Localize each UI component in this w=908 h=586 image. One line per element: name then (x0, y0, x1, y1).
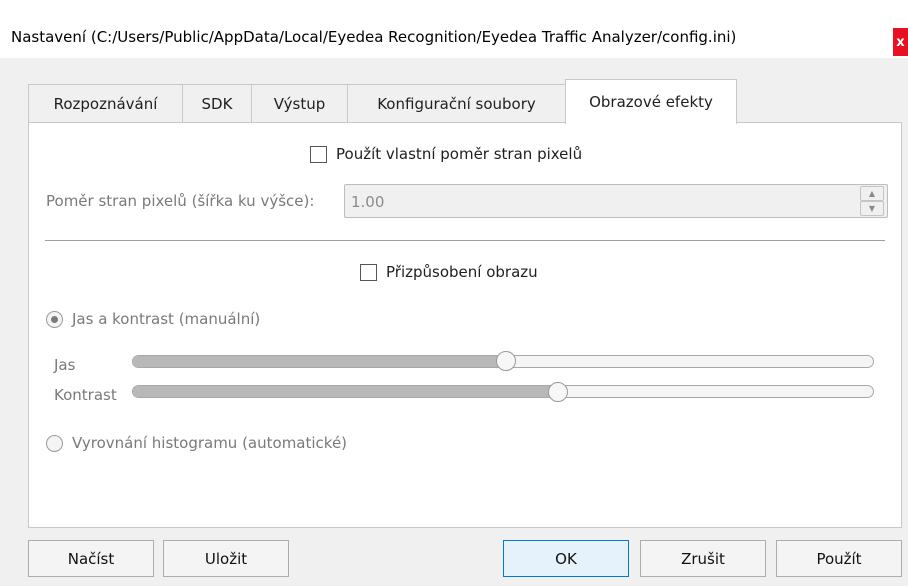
chevron-down-icon: ▼ (868, 204, 876, 213)
apply-button-label: Použít (816, 549, 862, 568)
custom-aspect-row[interactable]: Použít vlastní poměr stran pixelů (310, 145, 582, 163)
brightness-label: Jas (54, 356, 76, 374)
tab-label: Výstup (273, 94, 326, 113)
aspect-ratio-spinbox[interactable]: 1.00 (344, 184, 888, 218)
aspect-ratio-value: 1.00 (351, 193, 385, 211)
title-bar: Nastavení (C:/Users/Public/AppData/Local… (0, 0, 908, 58)
manual-radio-row[interactable]: Jas a kontrast (manuální) (46, 310, 260, 328)
contrast-label: Kontrast (54, 386, 117, 404)
cancel-button-label: Zrušit (681, 549, 725, 568)
brightness-fill (133, 356, 503, 367)
custom-aspect-label: Použít vlastní poměr stran pixelů (336, 145, 583, 163)
contrast-handle[interactable] (548, 382, 568, 402)
apply-button[interactable]: Použít (776, 540, 902, 577)
custom-aspect-checkbox[interactable] (310, 145, 327, 163)
tab-label: Obrazové efekty (589, 93, 713, 111)
histogram-radio-row[interactable]: Vyrovnání histogramu (automatické) (46, 434, 347, 452)
save-button-label: Uložit (204, 549, 248, 568)
load-button[interactable]: Načíst (28, 540, 154, 577)
histogram-radio[interactable] (46, 434, 63, 452)
spin-up-button[interactable]: ▲ (860, 186, 884, 201)
settings-dialog: Nastavení (C:/Users/Public/AppData/Local… (0, 0, 908, 586)
manual-radio-label: Jas a kontrast (manuální) (72, 310, 261, 328)
tab-obrazove-efekty[interactable]: Obrazové efekty (565, 79, 737, 124)
chevron-up-icon: ▲ (868, 189, 876, 198)
tab-konfiguracni-soubory[interactable]: Konfigurační soubory (347, 84, 566, 122)
brightness-handle[interactable] (496, 351, 516, 371)
tab-rozpoznavani[interactable]: Rozpoznávání (28, 84, 183, 122)
image-adjust-label: Přizpůsobení obrazu (386, 263, 538, 281)
load-button-label: Načíst (67, 549, 115, 568)
window-title: Nastavení (C:/Users/Public/AppData/Local… (11, 28, 737, 46)
close-icon: x (896, 34, 905, 50)
ok-button[interactable]: OK (503, 540, 629, 577)
histogram-radio-label: Vyrovnání histogramu (automatické) (72, 434, 348, 452)
aspect-ratio-label: Poměr stran pixelů (šířka ku výšce): (46, 192, 315, 210)
tab-label: SDK (201, 94, 233, 113)
ok-button-label: OK (555, 549, 577, 568)
manual-radio[interactable] (46, 310, 63, 328)
contrast-fill (133, 386, 563, 397)
tab-vystup[interactable]: Výstup (251, 84, 348, 122)
spin-down-button[interactable]: ▼ (860, 201, 884, 216)
contrast-slider[interactable] (132, 385, 874, 398)
image-adjust-row[interactable]: Přizpůsobení obrazu (360, 263, 538, 281)
image-adjust-checkbox[interactable] (360, 263, 377, 281)
tab-label: Rozpoznávání (53, 94, 158, 113)
close-button[interactable]: x (893, 28, 908, 56)
save-button[interactable]: Uložit (163, 540, 289, 577)
tab-sdk[interactable]: SDK (182, 84, 252, 122)
tab-label: Konfigurační soubory (377, 94, 536, 113)
divider (45, 240, 885, 241)
cancel-button[interactable]: Zrušit (640, 540, 766, 577)
